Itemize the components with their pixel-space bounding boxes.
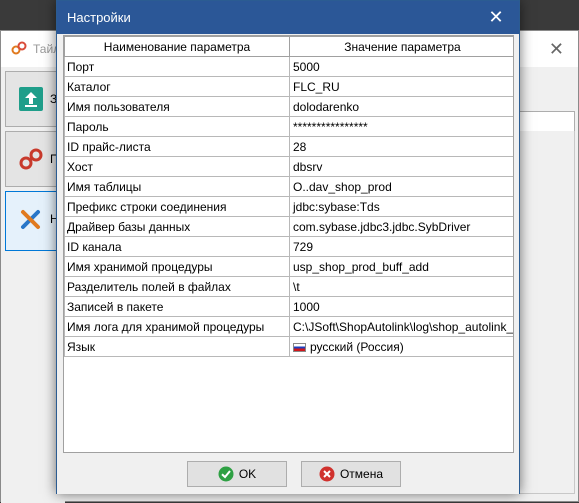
param-name: Пароль (64, 116, 290, 137)
russia-flag-icon (293, 342, 306, 352)
table-row[interactable]: Каталог FLC_RU (64, 76, 513, 97)
table-row[interactable]: Префикс строки соединения jdbc:sybase:Tds (64, 196, 513, 217)
table-row[interactable]: Хост dbsrv (64, 156, 513, 177)
param-value[interactable]: **************** (289, 116, 513, 137)
param-value[interactable]: usp_shop_prod_buff_add (289, 256, 513, 277)
cancel-button[interactable]: Отмена (301, 461, 401, 487)
x-circle-icon (319, 466, 335, 482)
background-right-field (513, 111, 575, 133)
param-name: Имя лога для хранимой процедуры (64, 316, 290, 337)
table-row[interactable]: ID канала 729 (64, 236, 513, 257)
table-row[interactable]: Разделитель полей в файлах \t (64, 276, 513, 297)
param-value[interactable]: O..dav_shop_prod (289, 176, 513, 197)
param-name: Разделитель полей в файлах (64, 276, 290, 297)
dialog-titlebar: Настройки ✕ (57, 1, 519, 34)
settings-dialog: Настройки ✕ Наименование параметра Значе… (56, 0, 520, 494)
upload-icon (19, 87, 43, 111)
param-value[interactable]: C:\JSoft\ShopAutolink\log\shop_autolink_… (289, 316, 513, 337)
close-icon[interactable]: ✕ (473, 1, 519, 34)
ok-button[interactable]: OK (187, 461, 287, 487)
table-row[interactable]: Пароль **************** (64, 116, 513, 137)
param-value[interactable]: 5000 (289, 56, 513, 77)
param-value[interactable]: 1000 (289, 296, 513, 317)
settings-grid: Наименование параметра Значение параметр… (63, 35, 514, 453)
param-name: ID прайс-листа (64, 136, 290, 157)
param-name: Имя таблицы (64, 176, 290, 197)
table-row[interactable]: ID прайс-листа 28 (64, 136, 513, 157)
dialog-button-bar: OK Отмена (57, 454, 519, 494)
column-header-value[interactable]: Значение параметра (289, 36, 513, 57)
param-value-language[interactable]: русский (Россия) (289, 336, 513, 357)
param-value[interactable]: \t (289, 276, 513, 297)
param-value[interactable]: dolodarenko (289, 96, 513, 117)
table-row[interactable]: Язык русский (Россия) (64, 336, 513, 357)
language-value: русский (Россия) (310, 339, 404, 354)
table-row[interactable]: Имя лога для хранимой процедуры C:\JSoft\… (64, 316, 513, 337)
param-value[interactable]: jdbc:sybase:Tds (289, 196, 513, 217)
table-row[interactable]: Имя таблицы O..dav_shop_prod (64, 176, 513, 197)
column-header-name[interactable]: Наименование параметра (64, 36, 290, 57)
table-row[interactable]: Порт 5000 (64, 56, 513, 77)
param-name: Язык (64, 336, 290, 357)
check-circle-icon (218, 466, 234, 482)
param-name: ID канала (64, 236, 290, 257)
dialog-title: Настройки (67, 10, 131, 25)
tools-icon (21, 210, 40, 229)
table-row[interactable]: Драйвер базы данных com.sybase.jdbc3.jdbc… (64, 216, 513, 237)
table-row[interactable]: Имя хранимой процедуры usp_shop_prod_buff… (64, 256, 513, 277)
link-icon (19, 148, 43, 170)
table-header-row: Наименование параметра Значение параметр… (64, 36, 513, 57)
ok-label: OK (238, 467, 257, 481)
table-row[interactable]: Имя пользователя dolodarenko (64, 96, 513, 117)
param-name: Каталог (64, 76, 290, 97)
background-right-panel (513, 131, 575, 494)
cancel-label: Отмена (339, 467, 384, 481)
background-close-icon[interactable]: ✕ (549, 39, 564, 60)
param-value[interactable]: FLC_RU (289, 76, 513, 97)
param-name: Записей в пакете (64, 296, 290, 317)
app-link-icon (11, 41, 27, 55)
param-name: Имя пользователя (64, 96, 290, 117)
param-name: Имя хранимой процедуры (64, 256, 290, 277)
param-value[interactable]: dbsrv (289, 156, 513, 177)
param-name: Порт (64, 56, 290, 77)
param-value[interactable]: 28 (289, 136, 513, 157)
param-value[interactable]: com.sybase.jdbc3.jdbc.SybDriver (289, 216, 513, 237)
table-row[interactable]: Записей в пакете 1000 (64, 296, 513, 317)
param-value[interactable]: 729 (289, 236, 513, 257)
param-name: Префикс строки соединения (64, 196, 290, 217)
param-name: Драйвер базы данных (64, 216, 290, 237)
param-name: Хост (64, 156, 290, 177)
settings-table: Наименование параметра Значение параметр… (64, 36, 513, 357)
